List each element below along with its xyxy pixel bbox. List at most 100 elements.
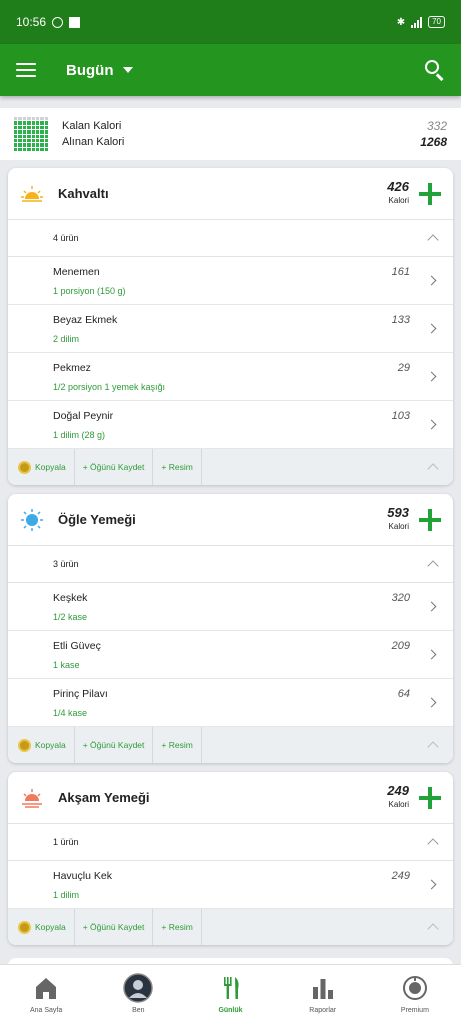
add-photo-button[interactable]: + Resim [153, 449, 202, 485]
chevron-up-icon[interactable] [427, 234, 439, 246]
bottom-nav: Ana Sayfa Ben Günlük Raporlar Premium [0, 964, 461, 1024]
save-meal-label: + Öğünü Kaydet [82, 922, 145, 932]
food-item[interactable]: Pirinç Pilavı 1/4 kase 64 [8, 679, 453, 727]
coin-icon [18, 920, 31, 934]
copy-label: Kopyala [35, 922, 66, 932]
item-count-row[interactable]: 4 ürün [8, 220, 453, 257]
remaining-value: 332 [426, 119, 447, 133]
copy-button[interactable]: Kopyala [8, 727, 75, 763]
food-item[interactable]: Pekmez 1/2 porsiyon 1 yemek kaşığı 29 [8, 353, 453, 401]
copy-button[interactable]: Kopyala [8, 909, 75, 945]
menu-icon[interactable] [16, 63, 36, 77]
food-name: Menemen [53, 265, 100, 278]
add-food-button[interactable] [419, 182, 441, 205]
food-name: Doğal Peynir [53, 409, 114, 422]
app-bar: Bugün [0, 44, 461, 96]
search-icon[interactable] [425, 60, 445, 81]
food-kcal: 29 [397, 362, 410, 374]
nav-label: Ana Sayfa [29, 1007, 63, 1014]
save-meal-button[interactable]: + Öğünü Kaydet [75, 449, 154, 485]
add-photo-label: + Resim [161, 462, 193, 472]
chevron-right-icon [426, 649, 437, 660]
meal-kcal: 249 [387, 782, 409, 798]
save-meal-button[interactable]: + Öğünü Kaydet [75, 909, 154, 945]
food-name: Pirinç Pilavı [53, 687, 108, 700]
sun-icon [21, 508, 43, 531]
food-item[interactable]: Beyaz Ekmek 2 dilim 133 [8, 305, 453, 353]
chevron-right-icon [426, 371, 437, 382]
chevron-right-icon [426, 601, 437, 612]
date-selector[interactable]: Bugün [66, 61, 134, 79]
meal-actions: Kopyala + Öğünü Kaydet + Resim [8, 449, 453, 485]
sunrise-icon [21, 185, 43, 202]
chevron-right-icon [426, 323, 437, 334]
meal-header[interactable]: Kahvaltı 426 Kalori [8, 168, 453, 220]
item-count-row[interactable]: 1 ürün [8, 824, 453, 861]
food-name: Beyaz Ekmek [53, 313, 118, 326]
add-photo-button[interactable]: + Resim [153, 909, 202, 945]
add-photo-label: + Resim [161, 740, 193, 750]
nav-home[interactable]: Ana Sayfa [0, 965, 92, 1024]
meal-kcal: 593 [387, 504, 409, 520]
sunset-icon [22, 788, 42, 808]
add-photo-button[interactable]: + Resim [153, 727, 202, 763]
coin-icon [18, 738, 31, 752]
chevron-right-icon [426, 275, 437, 286]
add-food-button[interactable] [419, 508, 441, 531]
item-count: 1 ürün [53, 837, 79, 847]
meal-card-lunch: Öğle Yemeği 593 Kalori 3 ürün Keşkek 1/2 … [8, 494, 453, 763]
food-serving: 1 dilim (28 g) [53, 429, 106, 440]
chevron-up-icon[interactable] [427, 838, 439, 850]
food-item[interactable]: Havuçlu Kek 1 dilim 249 [8, 861, 453, 909]
food-kcal: 103 [391, 410, 410, 422]
chevron-down-icon [123, 67, 134, 73]
food-serving: 1 kase [53, 659, 80, 670]
food-name: Keşkek [53, 591, 88, 604]
food-serving: 1/2 kase [53, 611, 88, 622]
add-food-button[interactable] [419, 786, 441, 809]
meal-card-dinner: Akşam Yemeği 249 Kalori 1 ürün Havuçlu K… [8, 772, 453, 945]
chevron-up-icon[interactable] [427, 463, 439, 475]
status-time: 10:56 [16, 15, 47, 29]
food-item[interactable]: Menemen 1 porsiyon (150 g) 161 [8, 257, 453, 305]
premium-icon [402, 976, 427, 1000]
food-name: Havuçlu Kek [53, 869, 112, 882]
nav-diary[interactable]: Günlük [184, 965, 276, 1024]
chevron-right-icon [426, 879, 437, 890]
signal-icon [411, 16, 423, 28]
food-item[interactable]: Keşkek 1/2 kase 320 [8, 583, 453, 631]
item-count: 3 ürün [53, 559, 79, 569]
meal-kcal: 426 [387, 178, 409, 194]
food-item[interactable]: Doğal Peynir 1 dilim (28 g) 103 [8, 401, 453, 449]
meal-kcal-unit: Kalori [388, 521, 409, 531]
food-kcal: 320 [391, 592, 410, 604]
food-serving: 1 dilim [53, 889, 80, 900]
nav-reports[interactable]: Raporlar [277, 965, 369, 1024]
item-count-row[interactable]: 3 ürün [8, 546, 453, 583]
food-kcal: 161 [391, 266, 410, 278]
fork-knife-icon [223, 977, 239, 999]
bluetooth-icon: ✱ [396, 16, 406, 28]
item-count: 4 ürün [53, 233, 79, 243]
copy-button[interactable]: Kopyala [8, 449, 75, 485]
nav-profile[interactable]: Ben [92, 965, 184, 1024]
meal-name: Akşam Yemeği [58, 790, 150, 805]
add-photo-label: + Resim [161, 922, 193, 932]
nav-premium[interactable]: Premium [369, 965, 461, 1024]
calorie-summary[interactable]: Kalan Kalori Alınan Kalori 332 1268 [0, 108, 461, 160]
save-meal-button[interactable]: + Öğünü Kaydet [75, 727, 154, 763]
meal-kcal-unit: Kalori [388, 799, 409, 809]
copy-label: Kopyala [35, 740, 66, 750]
food-item[interactable]: Etli Güveç 1 kase 209 [8, 631, 453, 679]
meal-header[interactable]: Öğle Yemeği 593 Kalori [8, 494, 453, 546]
chevron-up-icon[interactable] [427, 741, 439, 753]
food-kcal: 64 [397, 688, 410, 700]
eaten-value: 1268 [420, 135, 447, 149]
page-title: Bugün [66, 61, 114, 79]
chevron-up-icon[interactable] [427, 923, 439, 935]
bar-chart-icon [312, 979, 333, 999]
meal-card-breakfast: Kahvaltı 426 Kalori 4 ürün Menemen 1 pors… [8, 168, 453, 485]
meal-header[interactable]: Akşam Yemeği 249 Kalori [8, 772, 453, 824]
notification-icon [69, 16, 81, 28]
chevron-up-icon[interactable] [427, 560, 439, 572]
